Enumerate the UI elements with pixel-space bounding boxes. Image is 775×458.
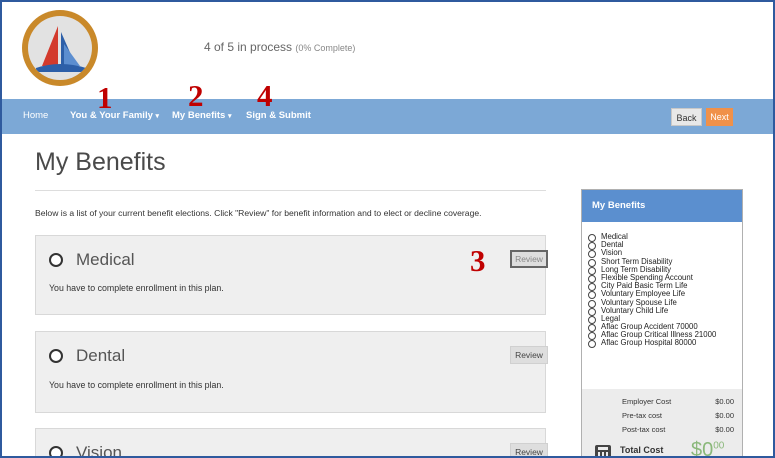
chevron-down-icon: ▾ <box>155 113 160 120</box>
nav-home[interactable]: Home <box>23 110 48 121</box>
review-button[interactable]: Review <box>510 443 548 456</box>
annotation-number: 1 <box>97 80 113 115</box>
intro-text: Below is a list of your current benefit … <box>35 208 482 218</box>
benefit-card-vision: Vision Review <box>35 428 548 458</box>
review-button[interactable]: Review <box>510 346 548 364</box>
benefits-checklist: Medical Dental Vision Short Term Disabil… <box>588 232 716 349</box>
card-title: Vision <box>76 443 122 458</box>
calculator-icon <box>595 445 611 456</box>
total-cost-value: $000 <box>691 439 725 458</box>
app-frame: 4 of 5 in process (0% Complete) Home You… <box>0 0 775 458</box>
back-button[interactable]: Back <box>671 108 702 126</box>
checklist-item: Aflac Group Hospital 80000 <box>588 338 716 349</box>
progress-percent: (0% Complete) <box>295 43 356 53</box>
benefit-card-dental: Dental You have to complete enrollment i… <box>35 331 548 413</box>
total-cost-label: Total Cost <box>620 445 664 455</box>
radio-icon[interactable] <box>49 446 63 456</box>
cost-label: Pre-tax cost <box>622 411 663 420</box>
cost-label: Post-tax cost <box>622 425 666 434</box>
title-divider <box>35 190 546 191</box>
checklist-item-label: Aflac Group Hospital 80000 <box>601 338 697 348</box>
benefits-summary-panel: My Benefits Medical Dental Vision Short … <box>581 189 743 458</box>
annotation-number: 4 <box>257 78 273 113</box>
card-title: Dental <box>76 346 126 365</box>
annotation-number: 2 <box>188 78 204 113</box>
radio-icon[interactable] <box>49 349 63 363</box>
nav-you-and-family[interactable]: You & Your Family ▾ <box>70 110 159 121</box>
sidebar-title: My Benefits <box>582 190 742 222</box>
progress-status: 4 of 5 in process (0% Complete) <box>204 40 355 54</box>
nav-sign-submit[interactable]: Sign & Submit <box>246 110 311 121</box>
review-button[interactable]: Review <box>510 250 548 268</box>
cost-value: $0.00 <box>715 397 734 406</box>
card-status-text: You have to complete enrollment in this … <box>49 283 224 293</box>
city-logo <box>22 10 98 86</box>
radio-icon <box>588 340 596 349</box>
chevron-down-icon: ▾ <box>227 113 232 120</box>
card-title: Medical <box>76 250 135 269</box>
next-button[interactable]: Next <box>706 108 733 126</box>
progress-text: 4 of 5 in process <box>204 40 293 54</box>
page-title: My Benefits <box>35 148 166 176</box>
total-cost-cents: 00 <box>713 440 725 452</box>
radio-icon[interactable] <box>49 253 63 267</box>
cost-value: $0.00 <box>715 425 734 434</box>
card-status-text: You have to complete enrollment in this … <box>49 380 224 390</box>
annotation-number: 3 <box>470 243 486 278</box>
logo-emblem <box>28 16 92 80</box>
total-cost-dollars: $0 <box>691 439 714 458</box>
main-navbar: Home You & Your Family ▾ My Benefits ▾ S… <box>2 99 773 134</box>
cost-label: Employer Cost <box>622 397 672 406</box>
cost-value: $0.00 <box>715 411 734 420</box>
